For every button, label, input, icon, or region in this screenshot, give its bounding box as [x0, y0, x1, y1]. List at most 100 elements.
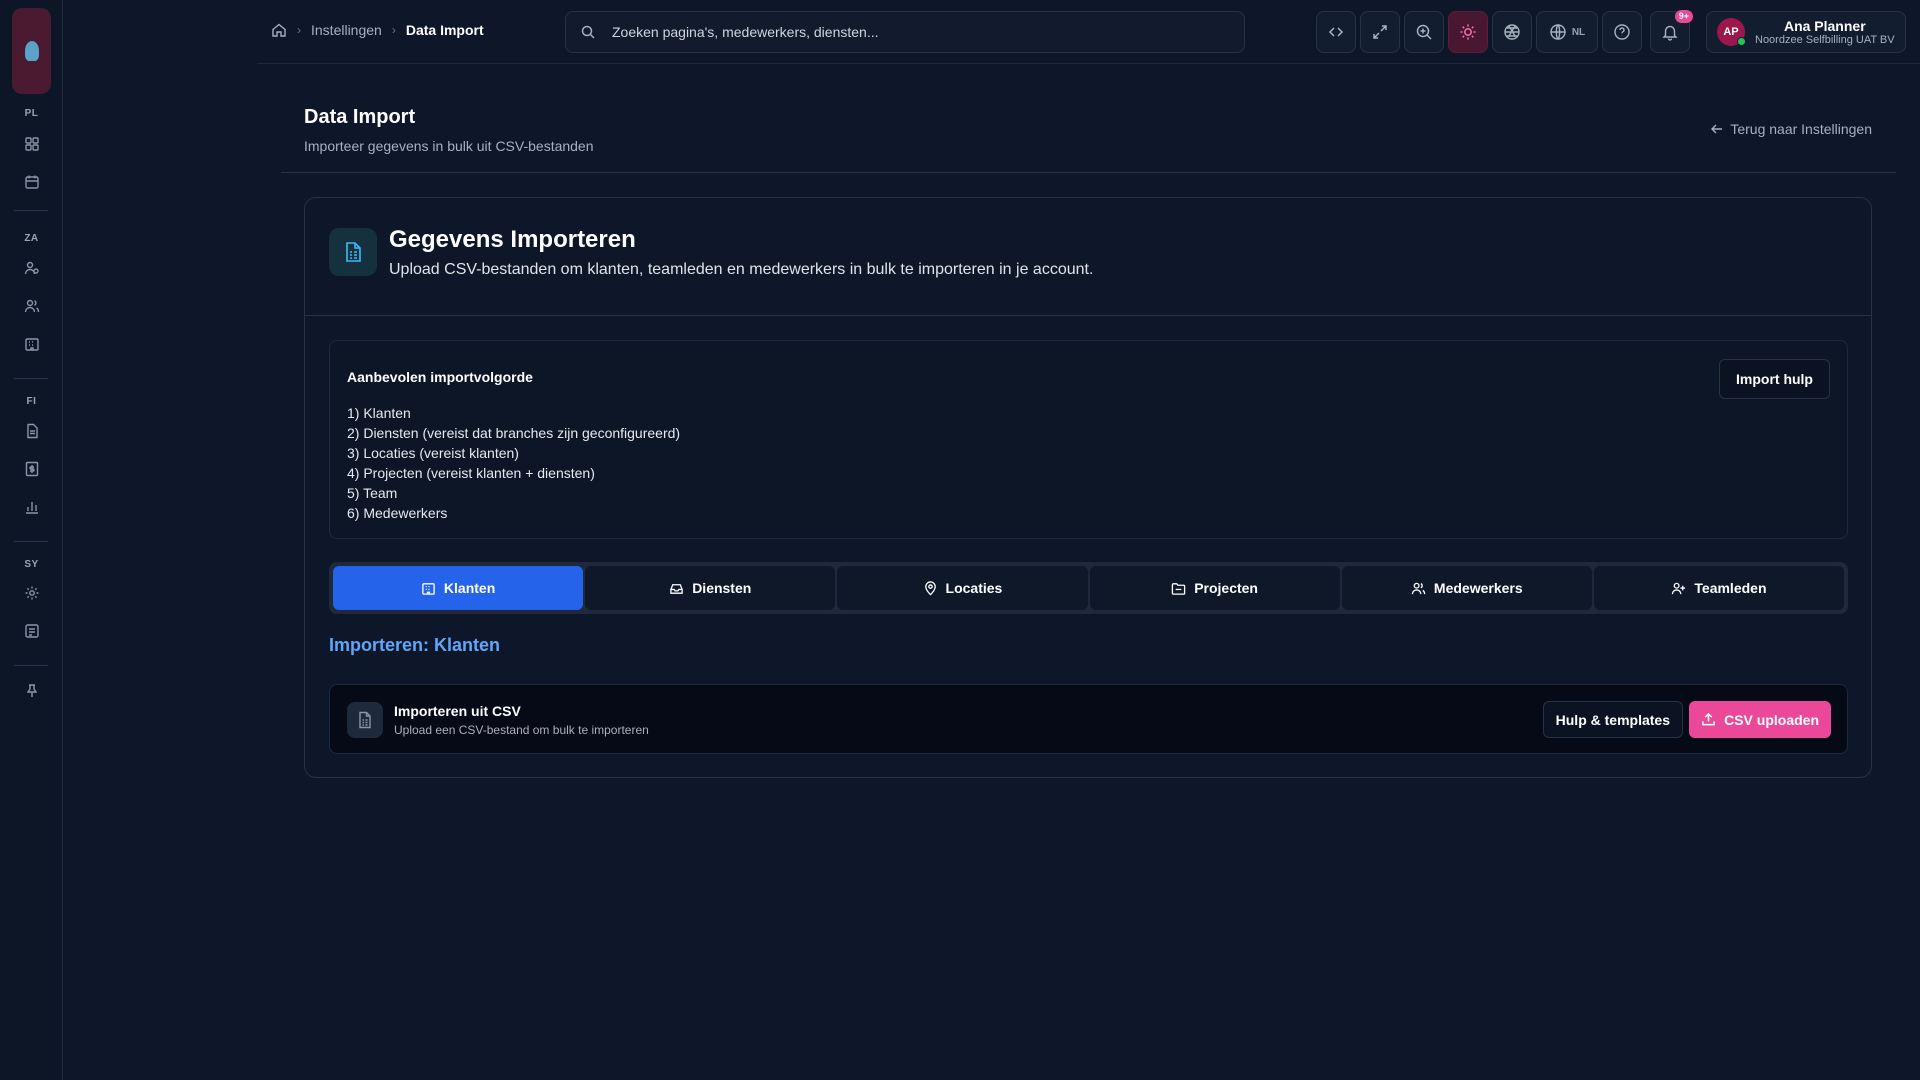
- building-icon: [421, 581, 436, 596]
- notifications-button[interactable]: 9+: [1650, 10, 1693, 53]
- notification-badge: 9+: [1674, 10, 1693, 23]
- file-spreadsheet-icon: [329, 228, 377, 276]
- pin-icon[interactable]: [21, 680, 43, 702]
- card-description: Upload CSV-bestanden om klanten, teamled…: [389, 261, 1094, 278]
- theme-toggle-button[interactable]: [1448, 11, 1488, 53]
- users-icon[interactable]: [21, 295, 43, 317]
- user-name: Ana Planner: [1783, 18, 1866, 34]
- list-item: 6) Medewerkers: [347, 505, 448, 521]
- help-circle-icon: [1613, 23, 1631, 41]
- users-icon: [1411, 581, 1426, 596]
- topbar: › Instellingen › Data Import NL 9+ AP An: [257, 0, 1920, 64]
- language-label: NL: [1571, 26, 1586, 38]
- tab-klanten[interactable]: Klanten: [333, 566, 584, 610]
- list-item: 1) Klanten: [347, 405, 411, 421]
- app-logo-icon: [24, 41, 39, 61]
- arrow-left-icon: [1710, 122, 1724, 136]
- breadcrumb-item-instellingen[interactable]: Instellingen: [311, 22, 382, 38]
- upload-icon: [1701, 712, 1716, 727]
- map-pin-icon: [923, 580, 938, 596]
- card-title: Gegevens Importeren: [389, 226, 636, 253]
- entity-tabs: Klanten Diensten Locaties Projecten Mede…: [329, 562, 1848, 614]
- tab-projecten[interactable]: Projecten: [1089, 566, 1340, 610]
- import-order-title: Aanbevolen importvolgorde: [347, 369, 533, 385]
- tab-medewerkers[interactable]: Medewerkers: [1341, 566, 1592, 610]
- tab-diensten[interactable]: Diensten: [585, 566, 836, 610]
- building-icon[interactable]: [21, 333, 43, 355]
- user-menu[interactable]: AP Ana Planner Noordzee Selfbilling UAT …: [1706, 11, 1906, 53]
- tab-label: Klanten: [443, 580, 496, 596]
- fullscreen-button[interactable]: [1360, 11, 1400, 53]
- folder-icon: [1171, 581, 1186, 596]
- csv-import-row: Importeren uit CSV Upload een CSV-bestan…: [329, 684, 1848, 754]
- tab-teamleden[interactable]: Teamleden: [1593, 566, 1845, 610]
- sidebar-divider: [14, 378, 48, 379]
- inbox-icon: [669, 581, 684, 596]
- header-divider: [281, 172, 1896, 173]
- import-order-panel: Aanbevolen importvolgorde 1) Klanten 2) …: [329, 340, 1848, 539]
- tab-label: Diensten: [692, 580, 752, 596]
- search-icon: [580, 24, 596, 40]
- search-bar[interactable]: [565, 11, 1245, 53]
- help-templates-button[interactable]: Hulp & templates: [1542, 701, 1683, 738]
- dashboard-icon[interactable]: [21, 133, 43, 155]
- breadcrumb-separator: ›: [391, 23, 396, 37]
- csv-upload-button[interactable]: CSV uploaden: [1689, 701, 1831, 738]
- import-icon[interactable]: [21, 620, 43, 642]
- collapse-sidebar-button[interactable]: [1316, 11, 1356, 53]
- tab-label: Projecten: [1194, 580, 1258, 596]
- globe-icon: [1549, 23, 1567, 41]
- aperture-icon: [1503, 23, 1521, 41]
- page-subtitle: Importeer gegevens in bulk uit CSV-besta…: [304, 138, 594, 154]
- avatar: AP: [1717, 18, 1746, 46]
- language-button[interactable]: NL: [1536, 11, 1598, 53]
- user-plus-icon: [1671, 581, 1686, 596]
- list-item: 4) Projecten (vereist klanten + diensten…: [347, 465, 595, 481]
- back-link-label: Terug naar Instellingen: [1730, 121, 1872, 137]
- sun-icon: [1459, 23, 1477, 41]
- page-title: Data Import: [304, 106, 416, 128]
- card-header: Gegevens Importeren Upload CSV-bestanden…: [305, 198, 1871, 316]
- import-order-list: 1) Klanten 2) Diensten (vereist dat bran…: [347, 403, 680, 523]
- bell-icon: [1661, 23, 1679, 41]
- gear-icon[interactable]: [21, 582, 43, 604]
- user-org: Noordzee Selfbilling UAT BV: [1755, 34, 1895, 46]
- breadcrumb-separator: ›: [297, 23, 301, 37]
- tab-label: Locaties: [945, 580, 1003, 596]
- tab-label: Teamleden: [1694, 580, 1767, 596]
- dollar-icon[interactable]: [21, 458, 43, 480]
- csv-import-subtitle: Upload een CSV-bestand om bulk te import…: [394, 723, 649, 737]
- app-logo[interactable]: [12, 8, 51, 94]
- csv-upload-label: CSV uploaden: [1724, 711, 1819, 728]
- zoom-button[interactable]: [1404, 11, 1444, 53]
- sidebar-section-label: PL: [24, 108, 39, 119]
- sidebar-divider: [14, 210, 48, 211]
- import-card: Gegevens Importeren Upload CSV-bestanden…: [304, 197, 1872, 778]
- breadcrumb: › Instellingen › Data Import: [271, 22, 484, 38]
- sidebar-section-label: SY: [24, 559, 39, 570]
- code-arrows-icon: [1327, 23, 1345, 41]
- contacts-icon[interactable]: [21, 257, 43, 279]
- home-icon[interactable]: [271, 22, 287, 38]
- csv-import-title: Importeren uit CSV: [394, 703, 521, 719]
- list-item: 2) Diensten (vereist dat branches zijn g…: [347, 425, 681, 441]
- sidebar-section-label: ZA: [24, 233, 39, 244]
- document-icon[interactable]: [21, 420, 43, 442]
- sidebar-section-label: FI: [26, 396, 37, 407]
- import-heading: Importeren: Klanten: [329, 635, 501, 655]
- search-input[interactable]: [612, 24, 1212, 40]
- tab-locaties[interactable]: Locaties: [837, 566, 1088, 610]
- zoom-in-icon: [1415, 23, 1433, 41]
- calendar-icon[interactable]: [21, 171, 43, 193]
- user-info: Ana Planner Noordzee Selfbilling UAT BV: [1755, 18, 1895, 46]
- aperture-button[interactable]: [1492, 11, 1532, 53]
- back-link[interactable]: Terug naar Instellingen: [1710, 121, 1872, 137]
- list-item: 5) Team: [347, 485, 398, 501]
- sidebar: PL ZA FI SY: [0, 0, 63, 1080]
- expand-icon: [1371, 23, 1389, 41]
- import-help-button[interactable]: Import hulp: [1719, 359, 1830, 399]
- chart-icon[interactable]: [21, 496, 43, 518]
- help-button[interactable]: [1602, 11, 1642, 53]
- sidebar-divider: [14, 665, 48, 666]
- list-item: 3) Locaties (vereist klanten): [347, 445, 519, 461]
